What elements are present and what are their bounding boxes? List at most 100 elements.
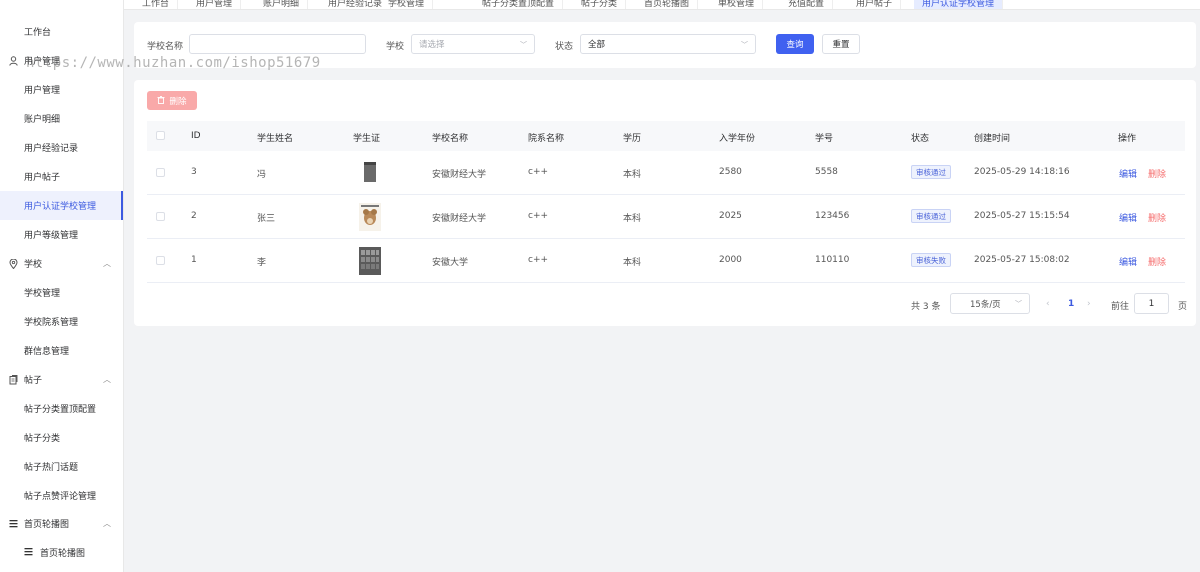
column-header-status: 状态 [911, 134, 930, 144]
chevron-down-icon: ﹀ [741, 41, 748, 49]
menu-icon [24, 547, 34, 559]
document-icon [8, 374, 18, 385]
table-row: 1 李 安徽大学 c++ 本科 2000 110110 审核失败 2025-05… [147, 239, 1185, 283]
cell-student-name: 张三 [257, 214, 276, 224]
tab-banner[interactable]: 首页轮播图 [636, 0, 699, 9]
cell-dept: c++ [528, 167, 549, 177]
cell-student-name: 李 [257, 258, 267, 268]
tab-workbench[interactable]: 工作台 [134, 0, 179, 9]
cell-education: 本科 [623, 258, 642, 268]
sidebar-group-banner[interactable]: 首页轮播图 ︿ [0, 509, 123, 538]
cell-enroll-year: 2580 [719, 167, 742, 177]
tab-single-school[interactable]: 单校管理 [710, 0, 764, 9]
delete-link[interactable]: 删除 [1148, 255, 1166, 268]
tab-account-detail[interactable]: 账户明细 [255, 0, 309, 9]
delete-link[interactable]: 删除 [1148, 167, 1166, 180]
cell-created: 2025-05-27 15:15:54 [974, 211, 1070, 221]
page-number-current[interactable]: 1 [1068, 299, 1074, 309]
sidebar: 工作台 用户管理 用户管理 账户明细 用户经验记录 用户帖子 用户认证学校管理 … [0, 0, 124, 572]
status-badge: 审核失败 [911, 253, 951, 267]
watermark: https://www.huzhan.com/ishop51679 [26, 55, 321, 71]
student-card-image[interactable] [359, 159, 381, 187]
goto-page-input[interactable]: 1 [1134, 293, 1169, 314]
tabs-bar: 工作台 用户管理 账户明细 用户经验记录 学校管理 帖子分类置顶配置 帖子分类 … [124, 0, 1200, 10]
status-label: 状态 [555, 42, 574, 52]
sidebar-item-user-school-auth[interactable]: 用户认证学校管理 [0, 191, 123, 220]
cell-education: 本科 [623, 170, 642, 180]
cell-created: 2025-05-27 15:08:02 [974, 255, 1070, 265]
reset-button[interactable]: 重置 [822, 34, 860, 54]
sidebar-item-post-hot-topics[interactable]: 帖子热门话题 [0, 452, 123, 481]
cell-school-name: 安徽财经大学 [432, 214, 487, 224]
chevron-up-icon: ︿ [103, 259, 111, 268]
chevron-right-icon[interactable]: › [1087, 299, 1091, 309]
cell-student-no: 5558 [815, 167, 838, 177]
page-size-select[interactable]: 15条/页 ﹀ [950, 293, 1030, 314]
edit-link[interactable]: 编辑 [1119, 211, 1137, 224]
student-card-image[interactable] [359, 247, 381, 275]
column-header-dept: 院系名称 [528, 134, 565, 144]
edit-link[interactable]: 编辑 [1119, 167, 1137, 180]
edit-link[interactable]: 编辑 [1119, 255, 1137, 268]
sidebar-item-group-info[interactable]: 群信息管理 [0, 336, 123, 365]
sidebar-item-user-posts[interactable]: 用户帖子 [0, 162, 123, 191]
school-select[interactable]: 请选择 ﹀ [411, 34, 535, 54]
sidebar-group-posts[interactable]: 帖子 ︿ [0, 365, 123, 394]
pagination-total: 共 3 条 [911, 302, 941, 312]
query-button[interactable]: 查询 [776, 34, 814, 54]
tab-user-school-auth[interactable]: 用户认证学校管理 [914, 0, 1004, 9]
delete-button[interactable]: 删除 [147, 91, 197, 110]
row-checkbox[interactable] [156, 212, 165, 221]
sidebar-item-post-category[interactable]: 帖子分类 [0, 423, 123, 452]
cell-id: 2 [191, 211, 197, 221]
sidebar-group-school[interactable]: 学校 ︿ [0, 249, 123, 278]
tab-user-posts[interactable]: 用户帖子 [848, 0, 902, 9]
cell-student-name: 冯 [257, 170, 267, 180]
school-name-input[interactable] [189, 34, 366, 54]
select-all-checkbox[interactable] [156, 131, 165, 140]
row-checkbox[interactable] [156, 168, 165, 177]
sidebar-item-school-management[interactable]: 学校管理 [0, 278, 123, 307]
delete-link[interactable]: 删除 [1148, 211, 1166, 224]
chevron-down-icon: ﹀ [1015, 300, 1022, 308]
sidebar-item-user-management[interactable]: 用户管理 [0, 75, 123, 104]
sidebar-item-school-dept[interactable]: 学校院系管理 [0, 307, 123, 336]
cell-enroll-year: 2000 [719, 255, 742, 265]
school-name-label: 学校名称 [147, 42, 184, 52]
cell-enroll-year: 2025 [719, 211, 742, 221]
chevron-up-icon: ︿ [103, 375, 111, 384]
sidebar-item-exp-record[interactable]: 用户经验记录 [0, 133, 123, 162]
cell-education: 本科 [623, 214, 642, 224]
cell-created: 2025-05-29 14:18:16 [974, 167, 1070, 177]
tab-post-category[interactable]: 帖子分类 [573, 0, 627, 9]
status-badge: 审核通过 [911, 165, 951, 179]
goto-label: 前往 [1111, 302, 1130, 312]
sidebar-item-post-like-comment[interactable]: 帖子点赞评论管理 [0, 481, 123, 510]
cell-dept: c++ [528, 211, 549, 221]
column-header-actions: 操作 [1118, 134, 1137, 144]
tab-post-category-top[interactable]: 帖子分类置顶配置 [474, 0, 564, 9]
sidebar-item-workbench[interactable]: 工作台 [0, 17, 123, 46]
sidebar-item-account-detail[interactable]: 账户明细 [0, 104, 123, 133]
sidebar-item-user-level[interactable]: 用户等级管理 [0, 220, 123, 249]
column-header-student-no: 学号 [815, 134, 834, 144]
sidebar-item-post-category-top[interactable]: 帖子分类置顶配置 [0, 394, 123, 423]
chevron-up-icon: ︿ [103, 519, 111, 528]
tab-school-management[interactable]: 学校管理 [380, 0, 434, 9]
sidebar-item-banner[interactable]: 首页轮播图 [0, 538, 123, 567]
cell-school-name: 安徽大学 [432, 258, 469, 268]
row-checkbox[interactable] [156, 256, 165, 265]
cell-id: 1 [191, 255, 197, 265]
location-icon [8, 258, 18, 269]
tab-recharge[interactable]: 充值配置 [780, 0, 834, 9]
status-select[interactable]: 全部 ﹀ [580, 34, 756, 54]
cell-student-no: 123456 [815, 211, 850, 221]
column-header-id: ID [191, 131, 201, 141]
table-row: 3 冯 安徽财经大学 c++ 本科 2580 5558 审核通过 2025-05… [147, 151, 1185, 195]
tab-user-management[interactable]: 用户管理 [188, 0, 242, 9]
table-row: 2 张三 安徽财经大学 c++ 本科 2025 123456 审核通过 2025… [147, 195, 1185, 239]
chevron-left-icon[interactable]: ‹ [1046, 299, 1050, 309]
column-header-education: 学历 [623, 134, 642, 144]
student-card-image[interactable] [359, 203, 381, 231]
school-label: 学校 [386, 42, 405, 52]
